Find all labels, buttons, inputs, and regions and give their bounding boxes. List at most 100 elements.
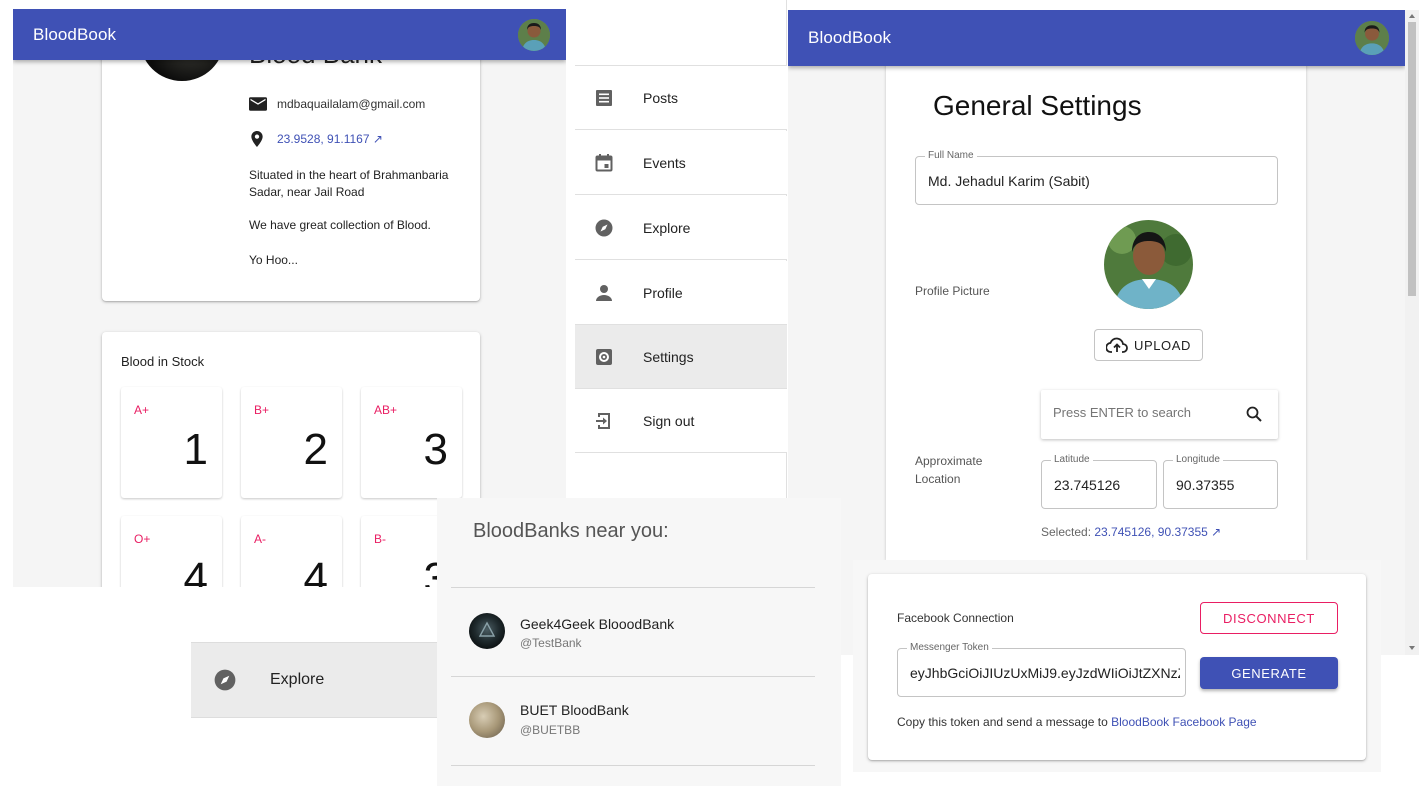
bank-name: BUET BloodBank: [520, 702, 629, 718]
scrollbar-arrow-down[interactable]: [1409, 646, 1415, 650]
profile-picture[interactable]: [1104, 220, 1193, 309]
bank-location-link[interactable]: 23.9528, 91.1167 ↗: [277, 132, 383, 146]
latitude-value: 23.745126: [1054, 477, 1121, 493]
stock-tile: A- 4: [241, 516, 342, 587]
bank-handle: @TestBank: [520, 636, 582, 650]
stock-title: Blood in Stock: [121, 354, 205, 369]
profile-picture-label: Profile Picture: [915, 284, 990, 298]
nav-item-explore-selected[interactable]: Explore: [191, 642, 442, 718]
stock-count: 3: [423, 425, 448, 474]
nav-label: Events: [643, 154, 686, 171]
location-search-input[interactable]: [1053, 405, 1233, 420]
stock-tile: A+ 1: [121, 387, 222, 498]
hint-text: Copy this token and send a message to: [897, 715, 1112, 729]
token-value: eyJhbGciOiJIUzUxMiJ9.eyJzdWIiOiJtZXNzZW5…: [910, 665, 1180, 681]
nearby-title: BloodBanks near you:: [473, 520, 669, 542]
calendar-icon: [594, 153, 614, 173]
blood-group: A-: [254, 532, 266, 546]
bank-name: Geek4Geek BlooodBank: [520, 616, 675, 632]
sign-out-icon: [594, 411, 614, 431]
nav-label: Sign out: [643, 412, 695, 429]
email-icon: [249, 97, 267, 111]
facebook-card: Facebook Connection DISCONNECT Messenger…: [868, 574, 1366, 760]
user-photo-icon: [518, 18, 550, 51]
brand-title[interactable]: BloodBook: [808, 28, 891, 48]
stock-count: 1: [183, 425, 208, 474]
longitude-value: 90.37355: [1176, 477, 1235, 493]
longitude-field[interactable]: Longitude 90.37355: [1163, 454, 1278, 509]
nav-item-posts[interactable]: Posts: [575, 66, 787, 130]
scrollbar-thumb[interactable]: [1408, 22, 1416, 296]
blood-group: B-: [374, 532, 386, 546]
nav-item-events[interactable]: Events: [575, 131, 787, 195]
nearby-panel: BloodBanks near you: Geek4Geek BlooodBan…: [437, 498, 841, 786]
facebook-page-link[interactable]: BloodBook Facebook Page: [1111, 715, 1256, 729]
bank-logo-icon: [478, 621, 496, 637]
bank-description-1: Situated in the heart of Brahmanbaria Sa…: [249, 168, 449, 199]
user-avatar[interactable]: [1355, 21, 1389, 55]
cloud-upload-icon: [1105, 337, 1128, 353]
settings-card: General Settings Full Name Md. Jehadul K…: [886, 60, 1306, 560]
facebook-hint: Copy this token and send a message to Bl…: [897, 715, 1257, 729]
user-photo-icon: [1355, 21, 1389, 55]
blood-group: A+: [134, 403, 150, 417]
brand-title[interactable]: BloodBook: [33, 25, 116, 45]
nav-label: Settings: [643, 348, 694, 365]
generate-label: GENERATE: [1231, 665, 1307, 681]
stock-tile: B+ 2: [241, 387, 342, 498]
upload-label: UPLOAD: [1133, 337, 1192, 353]
full-name-field[interactable]: Full Name Md. Jehadul Karim (Sabit): [915, 150, 1278, 205]
bank-description-3: Yo Hoo...: [249, 253, 298, 267]
blood-group: B+: [254, 403, 270, 417]
stock-count: 2: [303, 425, 328, 474]
list-item[interactable]: BUET BloodBank @BUETBB: [451, 677, 815, 765]
email-row: mdbaquailalam@gmail.com: [249, 97, 425, 111]
nav-item-sign-out[interactable]: Sign out: [575, 389, 787, 453]
posts-icon: [594, 88, 614, 108]
nav-label: Explore: [643, 219, 691, 236]
disconnect-label: DISCONNECT: [1223, 610, 1315, 626]
bank-handle: @BUETBB: [520, 723, 581, 737]
app-bar-right: BloodBook: [788, 10, 1405, 66]
location-pin-icon: [251, 131, 263, 147]
nav-label: Profile: [643, 284, 683, 301]
stock-count: 4: [303, 554, 328, 587]
location-row: 23.9528, 91.1167 ↗: [251, 131, 383, 147]
app-bar-left: BloodBook: [13, 9, 566, 60]
scrollbar[interactable]: [1405, 10, 1419, 655]
latitude-field[interactable]: Latitude 23.745126: [1041, 454, 1157, 509]
nav-label: Explore: [270, 671, 325, 688]
token-label: Messenger Token: [907, 642, 992, 653]
selected-location: Selected: 23.745126, 90.37355 ↗: [1041, 525, 1221, 539]
bank-email: mdbaquailalam@gmail.com: [277, 97, 426, 111]
longitude-label: Longitude: [1173, 454, 1223, 465]
bank-avatar: [469, 702, 505, 738]
search-icon[interactable]: [1246, 406, 1262, 422]
nav-label: Posts: [643, 89, 679, 106]
blood-group: AB+: [374, 403, 398, 417]
stock-tile: AB+ 3: [361, 387, 462, 498]
settings-screen: General Settings Full Name Md. Jehadul K…: [788, 10, 1419, 655]
nav-item-explore[interactable]: Explore: [575, 196, 787, 260]
nav-item-profile[interactable]: Profile: [575, 261, 787, 325]
messenger-token-field[interactable]: Messenger Token eyJhbGciOiJIUzUxMiJ9.eyJ…: [897, 642, 1186, 697]
blood-group: O+: [134, 532, 151, 546]
upload-button[interactable]: UPLOAD: [1094, 329, 1203, 361]
nav-item-settings[interactable]: Settings: [575, 325, 787, 389]
disconnect-button[interactable]: DISCONNECT: [1200, 602, 1338, 634]
selected-location-link[interactable]: 23.745126, 90.37355 ↗: [1094, 525, 1221, 539]
blood-stock-card: Blood in Stock A+ 1 B+ 2 AB+ 3 O+ 4 A- 4 B- 3: [102, 332, 480, 587]
list-item[interactable]: Geek4Geek BlooodBank @TestBank: [451, 588, 815, 676]
person-icon: [594, 283, 614, 303]
gear-icon: [594, 347, 614, 367]
divider: [451, 765, 815, 766]
bank-avatar: [469, 613, 505, 649]
compass-icon: [214, 669, 236, 691]
profile-photo-icon: [1104, 220, 1193, 309]
stock-count: 4: [183, 554, 208, 587]
user-avatar[interactable]: [518, 18, 550, 51]
generate-button[interactable]: GENERATE: [1200, 657, 1338, 689]
location-search[interactable]: [1041, 390, 1278, 439]
scrollbar-arrow-up[interactable]: [1409, 14, 1415, 18]
bank-description-2: We have great collection of Blood.: [249, 218, 431, 232]
